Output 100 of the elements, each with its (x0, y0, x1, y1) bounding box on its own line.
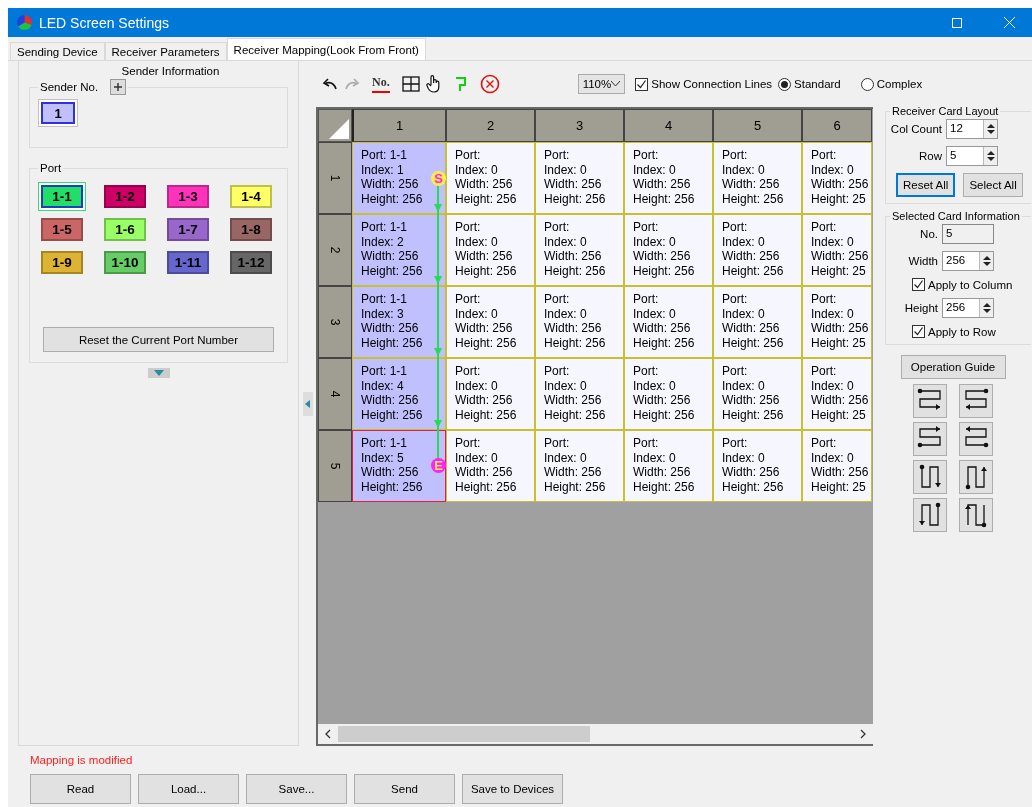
select-all-corner[interactable] (318, 109, 352, 142)
clear-icon[interactable] (479, 73, 500, 95)
port-button[interactable]: 1-3 (164, 182, 212, 211)
receiver-card-cell[interactable]: Port: Index: 0 Width: 256 Height: 256 (713, 430, 802, 502)
receiver-card-cell[interactable]: Port: Index: 0 Width: 256 Height: 25 (802, 214, 872, 286)
receiver-card-cell[interactable]: Port: Index: 0 Width: 256 Height: 25 (802, 430, 872, 502)
column-header[interactable]: 6 (802, 109, 872, 142)
receiver-card-cell[interactable]: Port: Index: 0 Width: 256 Height: 256 (446, 142, 535, 214)
receiver-card-cell[interactable]: Port: Index: 0 Width: 256 Height: 256 (713, 358, 802, 430)
tab[interactable]: Receiver Mapping(Look From Front) (226, 38, 426, 60)
scan-pattern-button[interactable] (959, 460, 993, 494)
receiver-card-cell[interactable]: Port: Index: 0 Width: 256 Height: 25 (802, 286, 872, 358)
mode-radio[interactable]: Standard (778, 77, 841, 91)
port-button[interactable]: 1-1 (38, 182, 86, 211)
spinner-arrows-icon[interactable] (986, 123, 995, 135)
port-button[interactable]: 1-2 (101, 182, 149, 211)
grid-icon[interactable] (401, 73, 420, 95)
zoom-dropdown[interactable]: 110% (577, 74, 626, 94)
receiver-card-cell[interactable]: Port: 1-1 Index: 3 Width: 256 Height: 256 (352, 286, 446, 358)
mode-radio[interactable]: Complex (860, 77, 923, 91)
apply-row-checkbox[interactable]: Apply to Row (912, 325, 996, 338)
tab[interactable]: Receiver Parameters (104, 42, 227, 60)
port-button[interactable]: 1-10 (101, 248, 149, 277)
spinner-arrows-icon[interactable] (982, 255, 991, 267)
scan-pattern-button[interactable] (959, 384, 993, 418)
port-button[interactable]: 1-9 (38, 248, 86, 277)
action-button[interactable]: Save... (246, 774, 347, 804)
row-header[interactable]: 4 (318, 358, 352, 430)
row-header[interactable]: 1 (318, 142, 352, 214)
spinner-arrows-icon[interactable] (982, 302, 991, 314)
row-field[interactable]: 5 (946, 146, 998, 166)
action-button[interactable]: Load... (138, 774, 239, 804)
receiver-card-cell[interactable]: Port: Index: 0 Width: 256 Height: 256 (446, 214, 535, 286)
receiver-card-cell[interactable]: Port: Index: 0 Width: 256 Height: 256 (446, 430, 535, 502)
scan-pattern-button[interactable] (913, 460, 947, 494)
sender-button[interactable]: 1 (38, 99, 78, 127)
port-button[interactable]: 1-11 (164, 248, 212, 277)
receiver-card-cell[interactable]: Port: Index: 0 Width: 256 Height: 25 (802, 358, 872, 430)
maximize-icon (952, 17, 962, 28)
receiver-card-cell[interactable]: Port: Index: 0 Width: 256 Height: 256 (535, 142, 624, 214)
action-button[interactable]: Save to Devices (462, 774, 563, 804)
column-header[interactable]: 2 (446, 109, 535, 142)
receiver-card-cell[interactable]: Port: Index: 0 Width: 256 Height: 256 (713, 286, 802, 358)
receiver-card-cell[interactable]: Port: Index: 0 Width: 256 Height: 256 (713, 142, 802, 214)
receiver-card-cell[interactable]: Port: Index: 0 Width: 256 Height: 256 (446, 358, 535, 430)
receiver-card-cell[interactable]: Port: Index: 0 Width: 256 Height: 256 (624, 430, 713, 502)
scan-pattern-button[interactable] (959, 498, 993, 532)
port-button[interactable]: 1-6 (101, 215, 149, 244)
action-button[interactable]: Send (354, 774, 455, 804)
tab[interactable]: Sending Device (10, 42, 105, 60)
port-label: Port (40, 162, 62, 174)
port-button[interactable]: 1-8 (227, 215, 275, 244)
width-field[interactable]: 256 (942, 251, 994, 271)
receiver-card-cell[interactable]: Port: Index: 0 Width: 256 Height: 256 (535, 214, 624, 286)
receiver-card-cell[interactable]: Port: Index: 0 Width: 256 Height: 256 (624, 286, 713, 358)
no-field[interactable]: 5 (942, 224, 994, 244)
receiver-card-cell[interactable]: Port: Index: 0 Width: 256 Height: 256 (446, 286, 535, 358)
port-button[interactable]: 1-12 (227, 248, 275, 277)
receiver-card-cell[interactable]: Port: Index: 0 Width: 256 Height: 256 (535, 358, 624, 430)
connection-lines-checkbox[interactable]: Show Connection Lines (635, 77, 773, 91)
port-button[interactable]: 1-5 (38, 215, 86, 244)
group-title: Receiver Card Layout (891, 105, 1000, 117)
hand-icon[interactable] (425, 73, 442, 95)
number-toggle[interactable]: No. (372, 75, 390, 93)
operation-guide-button[interactable]: Operation Guide (900, 355, 1006, 379)
column-header[interactable]: 1 (352, 109, 446, 142)
collapse-button[interactable] (147, 368, 170, 378)
receiver-card-cell[interactable]: Port: 1-1 Index: 4 Width: 256 Height: 256 (352, 358, 446, 430)
receiver-card-cell[interactable]: Port: Index: 0 Width: 256 Height: 256 (624, 358, 713, 430)
row-header[interactable]: 2 (318, 214, 352, 286)
select-all-button[interactable]: Select All (963, 173, 1023, 197)
horizontal-scrollbar[interactable] (318, 724, 873, 744)
reset-port-button[interactable]: Reset the Current Port Number (43, 327, 274, 352)
row-header[interactable]: 5 (318, 430, 352, 502)
height-field[interactable]: 256 (942, 298, 994, 318)
column-header[interactable]: 4 (624, 109, 713, 142)
column-header[interactable]: 3 (535, 109, 624, 142)
receiver-card-cell[interactable]: Port: Index: 0 Width: 256 Height: 256 (624, 214, 713, 286)
scan-pattern-button[interactable] (913, 384, 947, 418)
reset-all-button[interactable]: Reset All (896, 173, 956, 197)
action-button[interactable]: Read (30, 774, 131, 804)
check-icon (913, 279, 924, 290)
port-button[interactable]: 1-4 (227, 182, 275, 211)
scan-pattern-button[interactable] (913, 422, 947, 456)
scan-pattern-button[interactable] (913, 498, 947, 532)
add-button[interactable] (110, 79, 127, 95)
receiver-card-cell[interactable]: Port: 1-1 Index: 2 Width: 256 Height: 256 (352, 214, 446, 286)
scan-pattern-button[interactable] (959, 422, 993, 456)
receiver-card-cell[interactable]: Port: Index: 0 Width: 256 Height: 256 (624, 142, 713, 214)
splitter-button[interactable] (302, 391, 313, 416)
spinner-arrows-icon[interactable] (986, 150, 995, 162)
apply-column-checkbox[interactable]: Apply to Column (912, 278, 1013, 291)
port-button[interactable]: 1-7 (164, 215, 212, 244)
row-header[interactable]: 3 (318, 286, 352, 358)
column-header[interactable]: 5 (713, 109, 802, 142)
receiver-card-cell[interactable]: Port: Index: 0 Width: 256 Height: 25 (802, 142, 872, 214)
receiver-card-cell[interactable]: Port: Index: 0 Width: 256 Height: 256 (535, 286, 624, 358)
col-count-field[interactable]: 12 (946, 119, 998, 139)
receiver-card-cell[interactable]: Port: Index: 0 Width: 256 Height: 256 (535, 430, 624, 502)
receiver-card-cell[interactable]: Port: Index: 0 Width: 256 Height: 256 (713, 214, 802, 286)
